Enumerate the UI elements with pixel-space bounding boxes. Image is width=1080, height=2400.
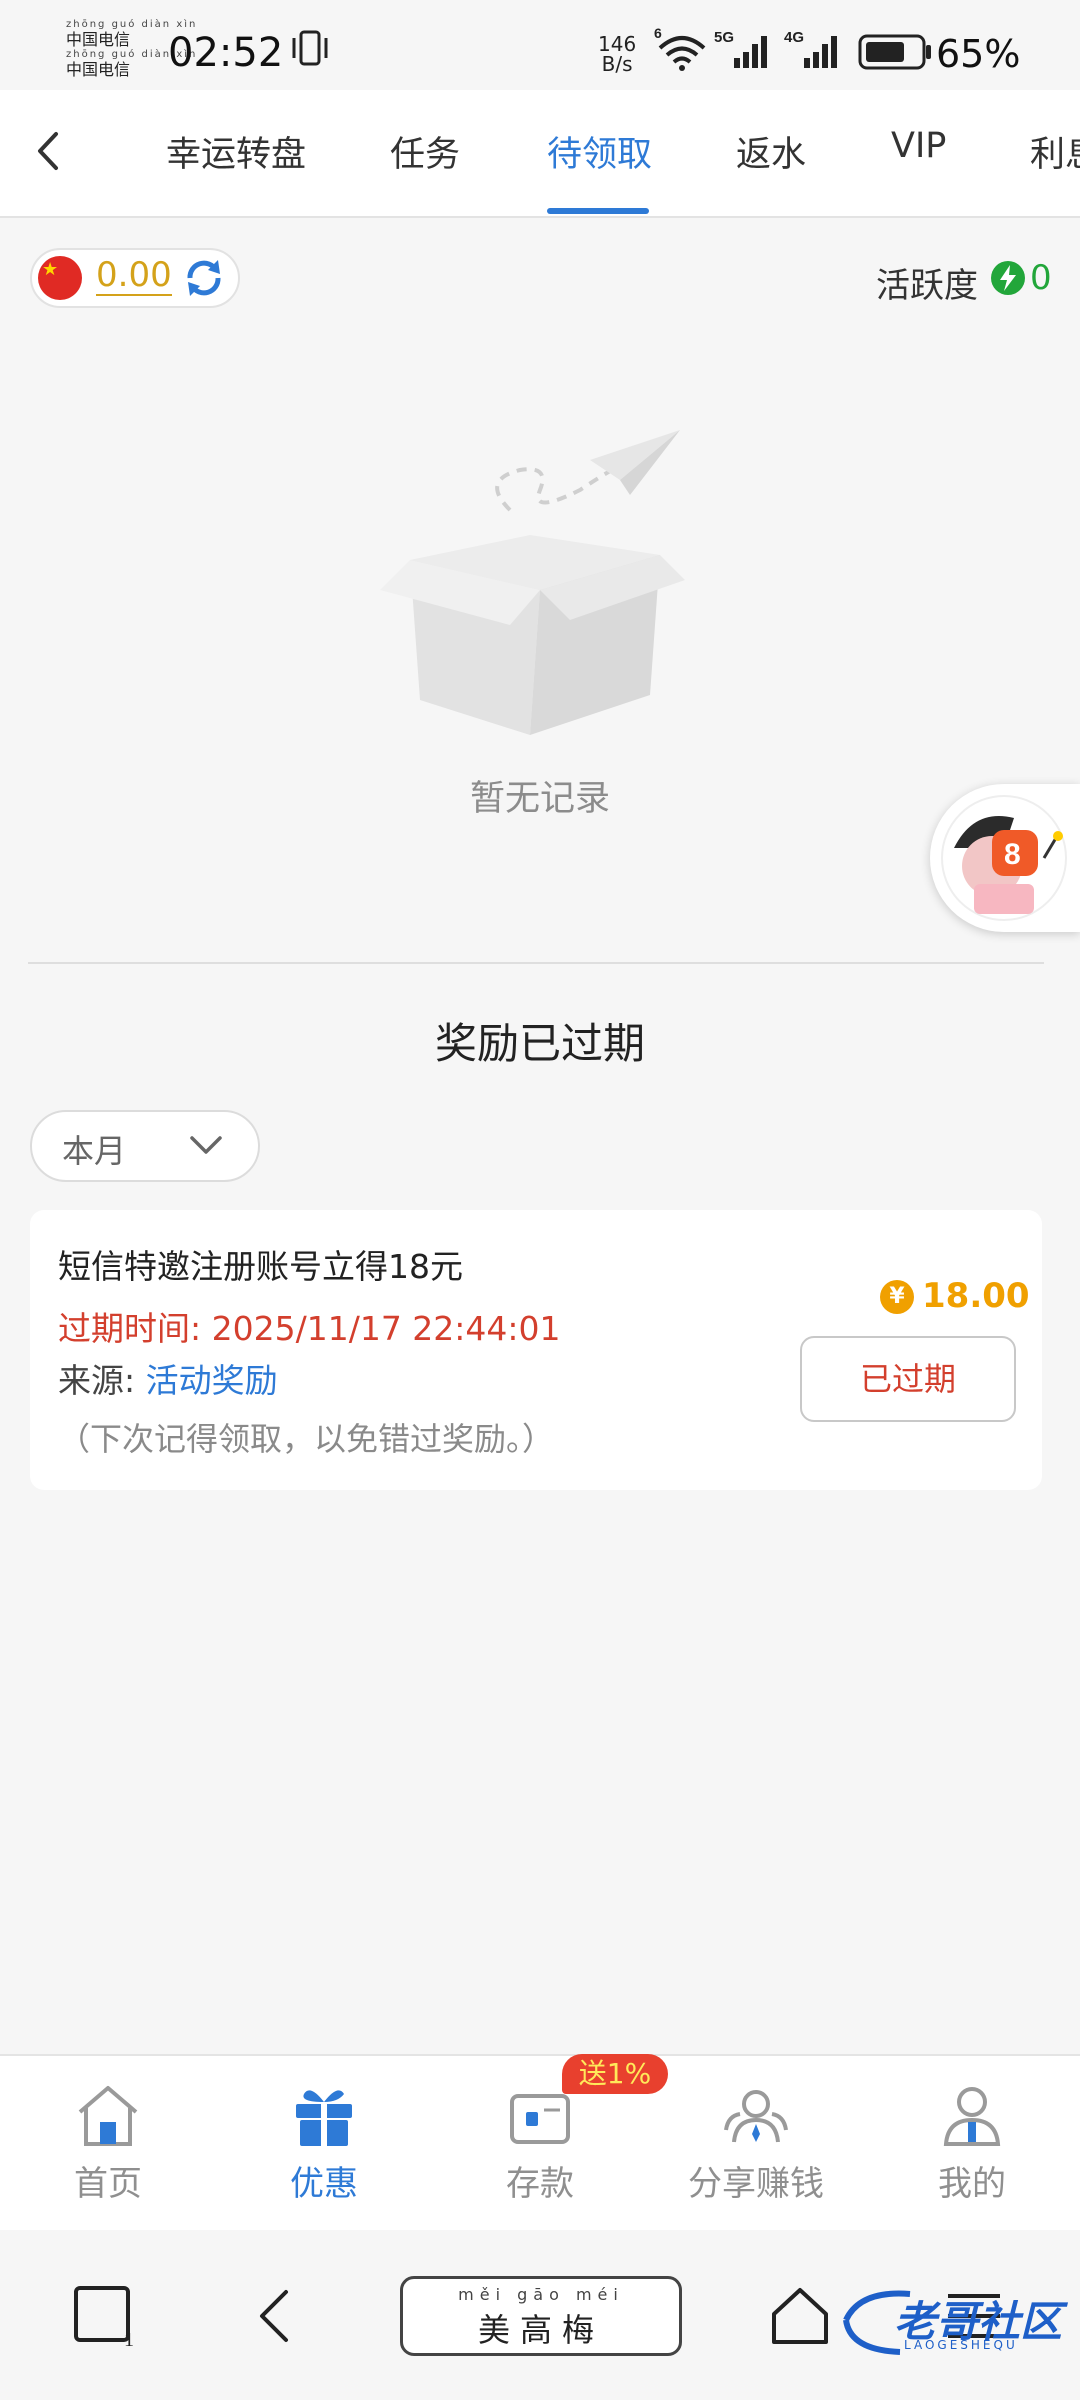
system-home-icon[interactable] (768, 2284, 832, 2348)
signal-5g-icon: 5G (714, 29, 767, 68)
tab-tasks[interactable]: 任务 (390, 126, 460, 177)
vibrate-icon (292, 30, 328, 66)
gift-icon (296, 2090, 352, 2146)
nav-promotions[interactable]: 优惠 (216, 2056, 432, 2230)
tab-interest[interactable]: 利息 (1030, 126, 1080, 177)
signal-4g-icon: 4G (784, 29, 837, 68)
empty-state-text: 暂无记录 (469, 779, 610, 819)
nav-home[interactable]: 首页 (0, 2056, 216, 2230)
tab-bar: 幸运转盘 任务 待领取 返水 VIP 利息 (0, 90, 1080, 218)
battery-percent: 65% (936, 32, 1021, 76)
section-divider (28, 962, 1044, 964)
reward-amount: 18.00 (922, 1276, 1030, 1316)
lightning-icon (991, 261, 1025, 295)
tab-lucky-wheel[interactable]: 幸运转盘 (166, 126, 306, 177)
system-nav-bar: 1 měi gāo méi 美高梅 老哥社区 LAOGESHEQU (0, 2230, 1080, 2400)
reward-note: （下次记得领取，以免错过奖励。） (58, 1420, 555, 1458)
tab-rebate[interactable]: 返水 (736, 126, 806, 177)
ime-candidate-box[interactable]: měi gāo méi 美高梅 (400, 2276, 682, 2356)
recent-apps-icon[interactable]: 1 (72, 2284, 142, 2348)
net-speed: 146 B/s (598, 32, 637, 76)
status-bar: zhōng guó diàn xìn 中国电信 zhōng guó diàn x… (0, 0, 1080, 90)
reward-title: 短信特邀注册账号立得18元 (58, 1247, 463, 1286)
reward-card: 短信特邀注册账号立得18元 过期时间: 2025/11/17 22:44:01 … (30, 1210, 1042, 1490)
activity-value: 0 (1030, 258, 1052, 298)
month-filter-select[interactable]: 本月 (30, 1110, 260, 1182)
bottom-nav: 首页 优惠 存款 分享赚钱 我的 (0, 2054, 1080, 2230)
mascot-avatar-icon: 8 (941, 795, 1067, 921)
system-back-icon[interactable] (254, 2286, 294, 2346)
activity-label: 活跃度 (876, 266, 978, 306)
reward-source-link[interactable]: 活动奖励 (146, 1361, 278, 1400)
refresh-icon[interactable] (182, 256, 226, 300)
svg-text:1: 1 (124, 2329, 134, 2348)
deposit-bonus-badge: 送1% (562, 2054, 668, 2094)
expired-status-button[interactable]: 已过期 (800, 1336, 1016, 1422)
reward-expire-time: 过期时间: 2025/11/17 22:44:01 (58, 1309, 561, 1348)
status-time: 02:52 (168, 30, 284, 76)
tab-vip[interactable]: VIP (891, 126, 946, 166)
empty-box-icon (380, 430, 685, 735)
floating-helper-button[interactable]: 8 (930, 784, 1080, 932)
svg-text:4G: 4G (784, 29, 804, 46)
svg-text:5G: 5G (714, 29, 734, 46)
svg-text:8: 8 (1004, 838, 1021, 871)
battery-icon (858, 34, 931, 70)
home-icon (78, 2086, 138, 2146)
wifi-icon: 6 (654, 26, 706, 71)
balance-pill[interactable]: ★ 0.00 (30, 248, 240, 308)
svg-text:6: 6 (654, 26, 662, 41)
chevron-down-icon (190, 1136, 222, 1154)
yuan-coin-icon: ¥ (880, 1280, 914, 1314)
tab-pending-claim[interactable]: 待领取 (547, 126, 652, 177)
expired-section-title: 奖励已过期 (434, 1019, 645, 1068)
nav-profile[interactable]: 我的 (864, 2056, 1080, 2230)
user-icon (943, 2087, 1001, 2146)
watermark-logo: 老哥社区 LAOGESHEQU (840, 2280, 1080, 2360)
share-users-icon (724, 2090, 788, 2143)
nav-share-earn[interactable]: 分享赚钱 (648, 2056, 864, 2230)
balance-value: 0.00 (96, 255, 172, 296)
active-tab-indicator (547, 208, 649, 214)
china-flag-icon: ★ (38, 256, 82, 300)
back-arrow-icon[interactable] (26, 126, 76, 176)
reward-source: 来源: 活动奖励 (58, 1361, 278, 1400)
month-filter-value: 本月 (62, 1132, 127, 1170)
